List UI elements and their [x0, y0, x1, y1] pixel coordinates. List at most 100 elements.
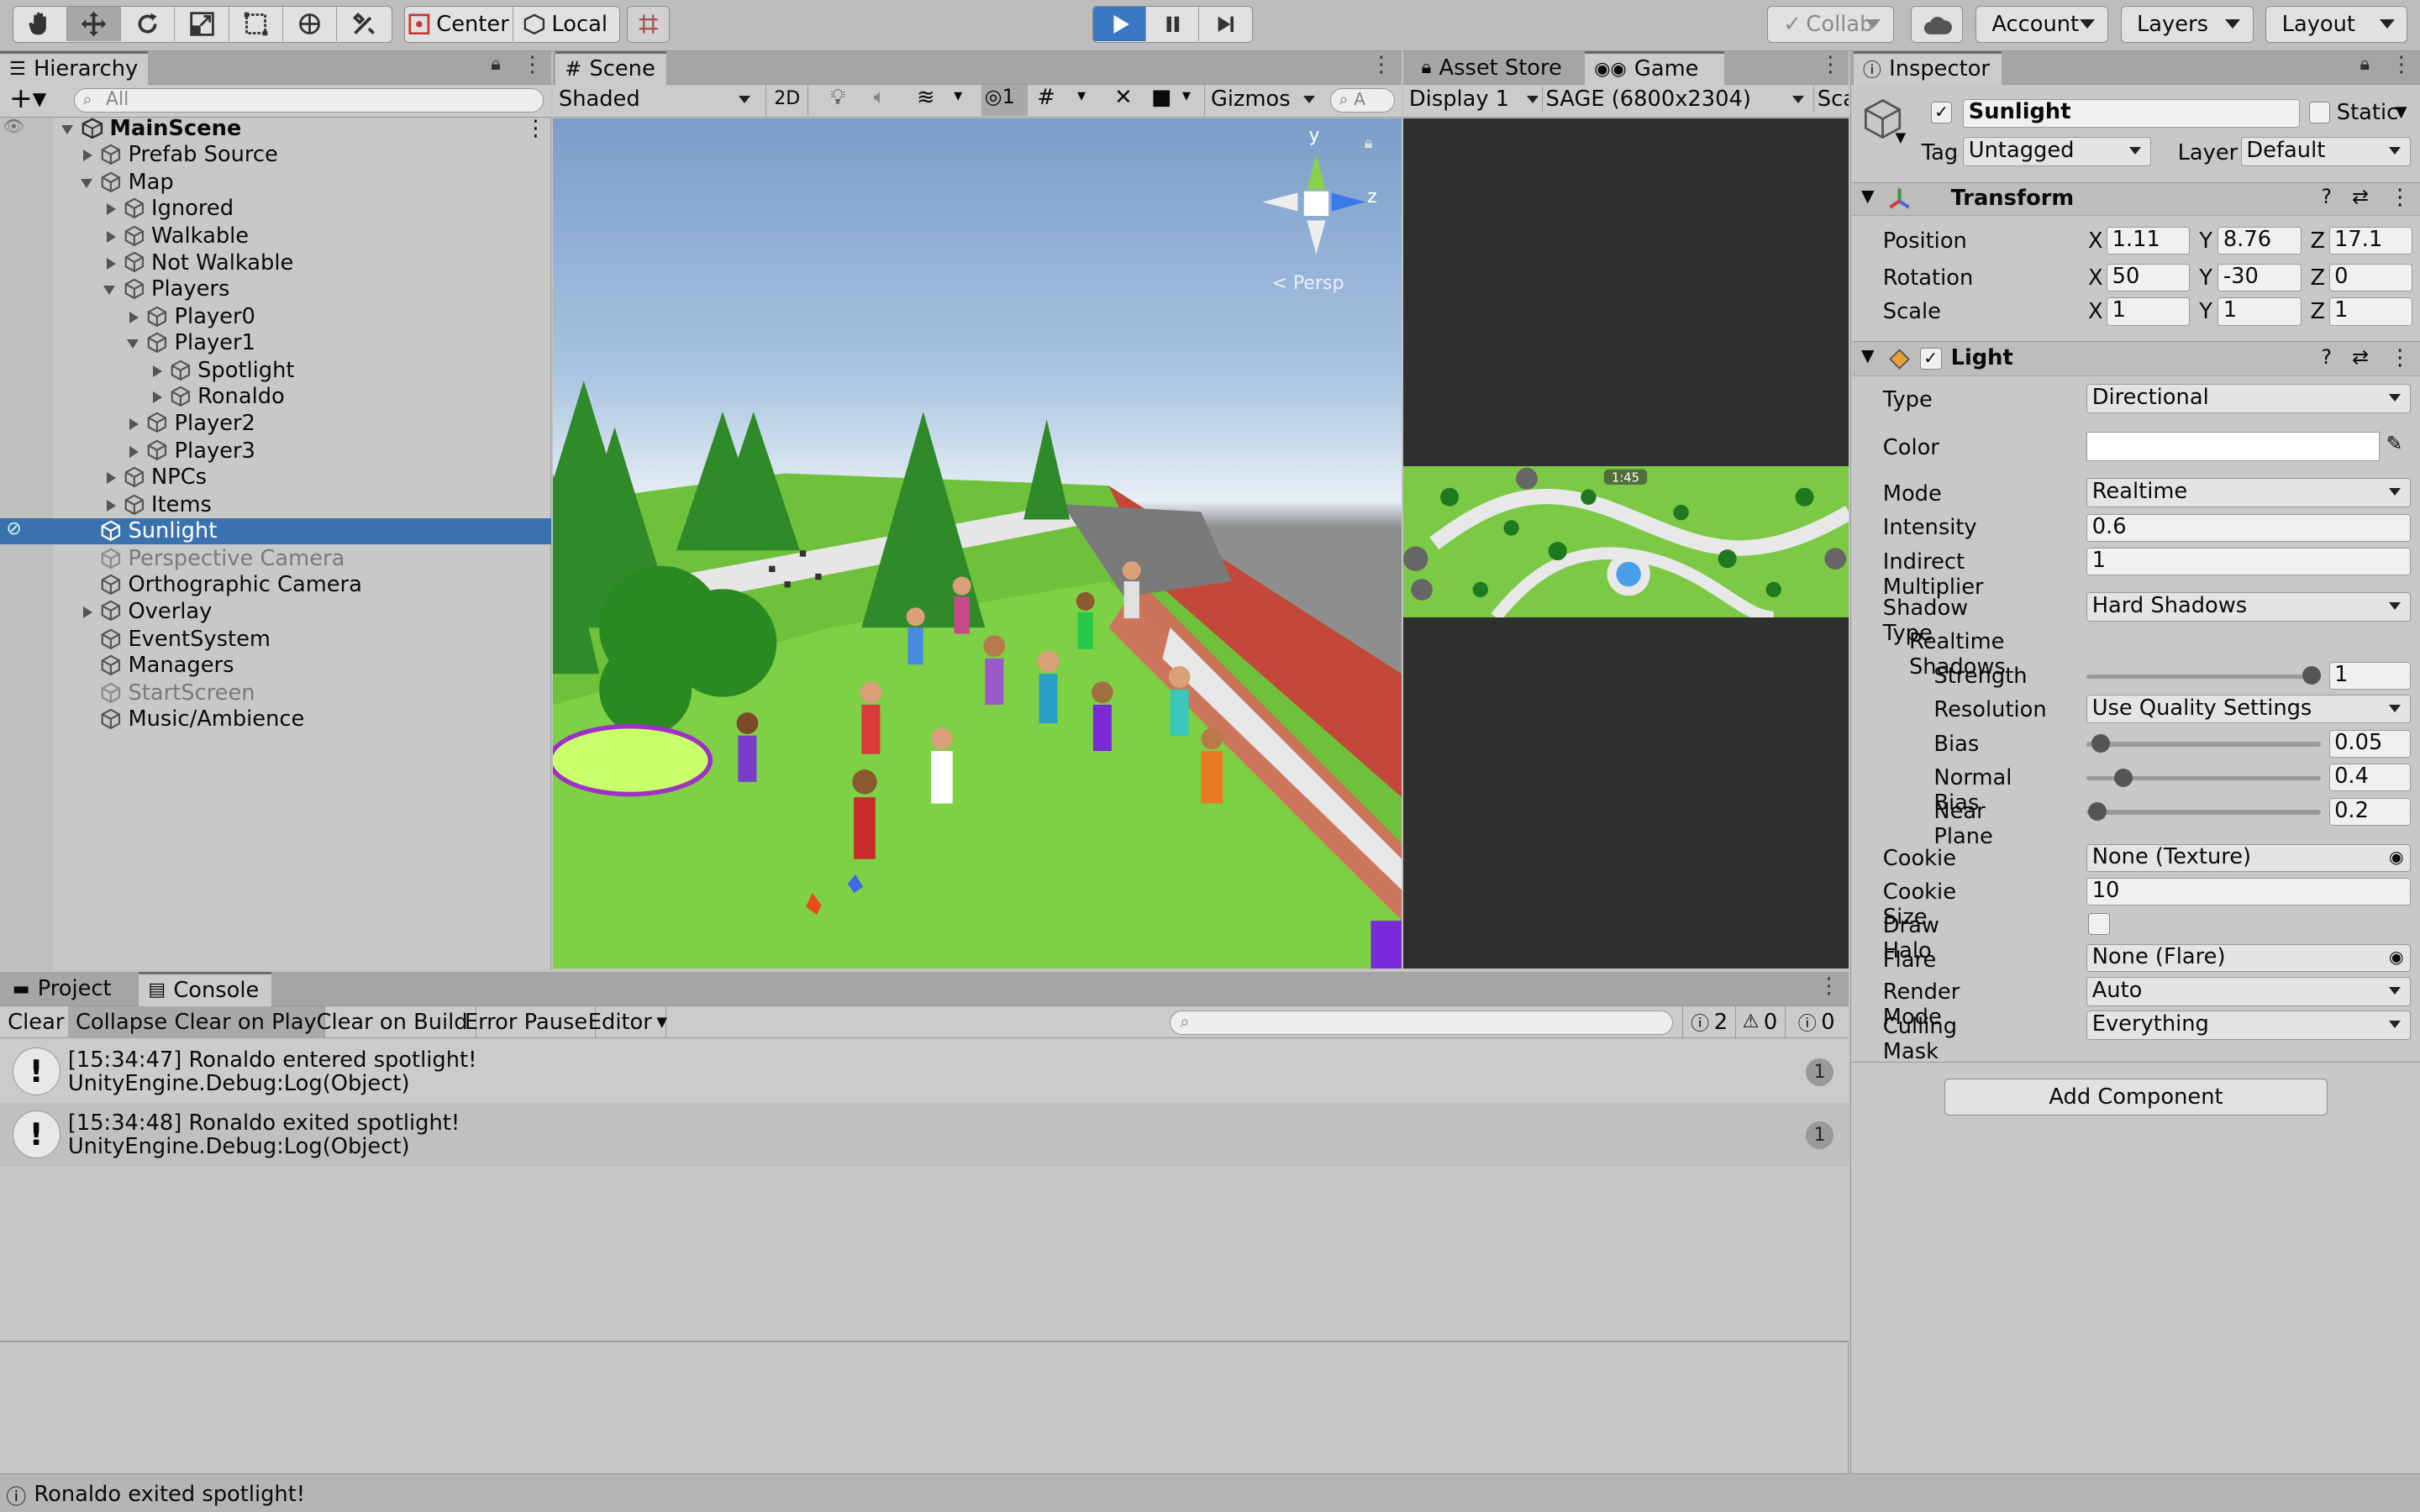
move-tool-icon[interactable] — [66, 7, 122, 41]
custom-tool-icon[interactable] — [337, 7, 391, 40]
foldout-collapsed-icon[interactable] — [106, 231, 116, 244]
create-add-icon[interactable]: +▾ — [9, 81, 46, 114]
light-enabled-checkbox[interactable]: ✓ — [1919, 348, 1942, 370]
display-dropdown[interactable]: Display 1 — [1409, 87, 1539, 112]
flare-field[interactable]: None (Flare) ◉ — [2086, 944, 2411, 973]
rotation-y-field[interactable]: -30 — [2217, 264, 2302, 292]
rotate-tool-icon[interactable] — [121, 7, 176, 41]
bias-field[interactable]: 0.05 — [2328, 729, 2411, 758]
log-entry[interactable]: ! [15:34:48] Ronaldo exited spotlight! U… — [0, 1103, 1849, 1167]
error-count-toggle[interactable]: ⓘ 0 — [1791, 1006, 1843, 1039]
snap-grid-button[interactable] — [626, 6, 671, 44]
light-header[interactable]: ▼ ✓ Light ? ⇄ ⋮ — [1852, 340, 2420, 377]
transform-presets-icon[interactable]: ⇄ — [2352, 185, 2369, 208]
editor-dropdown[interactable]: Editor ▼ — [581, 1005, 667, 1039]
bias-slider-track[interactable] — [2086, 742, 2322, 747]
shadow-type-dropdown[interactable]: Hard Shadows — [2086, 592, 2411, 622]
light-help-icon[interactable]: ? — [2321, 345, 2332, 369]
position-z-label[interactable]: Z — [2311, 228, 2326, 254]
grid-dropdown-icon[interactable]: ▾ — [1077, 85, 1086, 105]
transform-foldout-icon[interactable]: ▼ — [1861, 186, 1875, 206]
gizmos-dropdown[interactable]: Gizmos — [1203, 85, 1322, 116]
clear-button[interactable]: Clear — [0, 1005, 73, 1039]
projection-label[interactable]: < Persp — [1271, 273, 1344, 294]
shading-mode-dropdown[interactable]: Shaded — [559, 85, 756, 116]
hierarchy-item[interactable]: Prefab Source — [0, 142, 551, 168]
hierarchy-item[interactable]: Overlay — [0, 599, 551, 625]
scale-y-label[interactable]: Y — [2199, 299, 2212, 324]
position-z-field[interactable]: 17.1 — [2328, 226, 2412, 255]
tab-asset-store[interactable]: 🔒︎ Asset Store — [1413, 51, 1582, 85]
light-menu-icon[interactable]: ⋮ — [2389, 345, 2411, 370]
position-y-label[interactable]: Y — [2199, 228, 2212, 254]
flare-picker-icon[interactable]: ◉ — [2389, 945, 2404, 969]
scale-x-field[interactable]: 1 — [2107, 297, 2191, 326]
audio-toggle-icon[interactable]: 🔈︎ — [874, 85, 886, 108]
collab-dropdown[interactable]: ✓ Collab — [1767, 6, 1894, 44]
light-presets-icon[interactable]: ⇄ — [2352, 345, 2369, 369]
position-x-label[interactable]: X — [2088, 228, 2103, 254]
hierarchy-item[interactable]: Spotlight — [0, 358, 551, 384]
foldout-collapsed-icon[interactable] — [152, 391, 162, 404]
effects-dropdown-icon[interactable]: ▾ — [954, 85, 962, 105]
hierarchy-item[interactable]: Items — [0, 492, 551, 518]
scene-menu-kebab-icon[interactable]: ⋮ — [524, 116, 546, 141]
foldout-expanded-icon[interactable] — [126, 339, 139, 349]
game-menu-icon[interactable]: ⋮ — [1819, 52, 1841, 77]
eyedropper-icon[interactable]: ✎ — [2386, 432, 2403, 455]
error-pause-button[interactable]: Error Pause — [457, 1005, 597, 1039]
layer-dropdown[interactable]: Default — [2240, 137, 2411, 167]
intensity-field[interactable]: 0.6 — [2086, 513, 2411, 542]
resolution-dropdown[interactable]: Use Quality Settings — [2086, 694, 2411, 724]
type-dropdown[interactable]: Directional — [2086, 384, 2411, 414]
active-checkbox[interactable]: ✓ — [1930, 102, 1953, 123]
foldout-collapsed-icon[interactable] — [106, 203, 116, 216]
hierarchy-item[interactable]: Music/Ambience — [0, 706, 551, 732]
scale-tool-icon[interactable] — [175, 7, 229, 41]
foldout-collapsed-icon[interactable] — [106, 472, 116, 484]
position-x-field[interactable]: 1.11 — [2107, 226, 2191, 255]
lighting-toggle-icon[interactable]: 💡︎ — [830, 85, 845, 111]
hierarchy-scene-root[interactable]: MainScene ⋮ 👁︎ — [0, 116, 551, 142]
transform-header[interactable]: ▼ Transform ? ⇄ ⋮ — [1852, 181, 2420, 217]
strength-field[interactable]: 1 — [2328, 661, 2411, 690]
play-button[interactable] — [1093, 7, 1147, 41]
tools-icon[interactable]: ✕ — [1114, 85, 1133, 110]
camera-icon[interactable]: ■ — [1151, 85, 1171, 110]
pause-button[interactable] — [1146, 7, 1200, 41]
tab-hierarchy[interactable]: ☰ Hierarchy — [0, 50, 149, 86]
hierarchy-item[interactable]: Orthographic Camera — [0, 572, 551, 598]
scale-y-field[interactable]: 1 — [2217, 297, 2302, 326]
cloud-button[interactable] — [1910, 6, 1964, 44]
mode-dropdown[interactable]: Realtime — [2086, 478, 2411, 508]
scene-menu-icon[interactable]: ⋮ — [1370, 52, 1392, 77]
tab-console[interactable]: ▤ Console — [139, 972, 272, 1006]
scene-viewport[interactable]: y z 🔒︎ < Persp — [552, 118, 1402, 969]
2d-toggle[interactable]: 2D — [765, 85, 809, 116]
gameobject-icon-dropdown[interactable]: ▼ — [1895, 129, 1906, 145]
tab-project[interactable]: ▬ Project — [3, 972, 136, 1005]
rotation-y-label[interactable]: Y — [2199, 265, 2212, 291]
hierarchy-item[interactable]: Player0 — [0, 304, 551, 330]
lock-icon[interactable]: 🔒︎ — [491, 54, 501, 75]
info-count-toggle[interactable]: ⓘ 2 — [1682, 1005, 1737, 1039]
foldout-collapsed-icon[interactable] — [129, 311, 139, 323]
hierarchy-item[interactable]: Player1 — [0, 330, 551, 356]
culling-mask-dropdown[interactable]: Everything — [2086, 1011, 2411, 1040]
draw-halo-checkbox[interactable] — [2088, 913, 2110, 936]
effects-toggle-icon[interactable]: ≋ — [917, 85, 935, 110]
hierarchy-item[interactable]: EventSystem — [0, 627, 551, 653]
transform-menu-icon[interactable]: ⋮ — [2389, 185, 2411, 210]
pivot-center-button[interactable]: Center — [405, 7, 513, 41]
hierarchy-item[interactable]: Players — [0, 276, 551, 302]
pivot-local-button[interactable]: Local — [513, 7, 618, 40]
near-plane-slider-track[interactable] — [2086, 810, 2322, 815]
scene-gizmo[interactable] — [1255, 131, 1378, 270]
rotation-x-label[interactable]: X — [2088, 265, 2103, 291]
hierarchy-item[interactable]: Player3 — [0, 438, 551, 465]
log-entry[interactable]: ! [15:34:47] Ronaldo entered spotlight! … — [0, 1039, 1849, 1104]
console-search-input[interactable]: ⌕ — [1170, 1011, 1673, 1036]
tab-inspector[interactable]: ⓘ Inspector — [1853, 50, 2002, 86]
hierarchy-item[interactable]: Ignored — [0, 196, 551, 222]
foldout-collapsed-icon[interactable] — [106, 257, 116, 270]
